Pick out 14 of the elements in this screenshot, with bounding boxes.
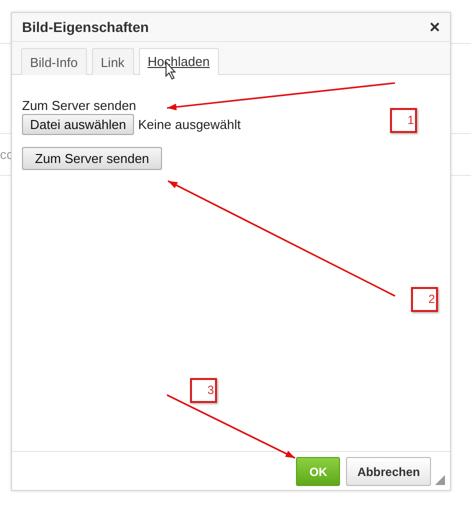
annotation-box: 3	[190, 378, 217, 403]
cancel-button[interactable]: Abbrechen	[346, 457, 431, 486]
choose-file-button[interactable]: Datei auswählen	[22, 114, 134, 135]
field-label: Zum Server senden	[22, 98, 136, 113]
close-button[interactable]: ×	[429, 18, 440, 36]
tab[interactable]: Hochladen	[138, 48, 219, 75]
send-to-server-button[interactable]: Zum Server senden	[22, 147, 162, 170]
annotation-box: 1	[390, 108, 417, 133]
tab[interactable]: Link	[92, 48, 134, 75]
resize-grip-icon[interactable]	[435, 475, 445, 485]
dialog-title: Bild-Eigenschaften	[22, 19, 149, 35]
tab[interactable]: Bild-Info	[21, 48, 87, 75]
file-status: Keine ausgewählt	[138, 117, 241, 132]
annotation-box: 2	[411, 287, 438, 312]
